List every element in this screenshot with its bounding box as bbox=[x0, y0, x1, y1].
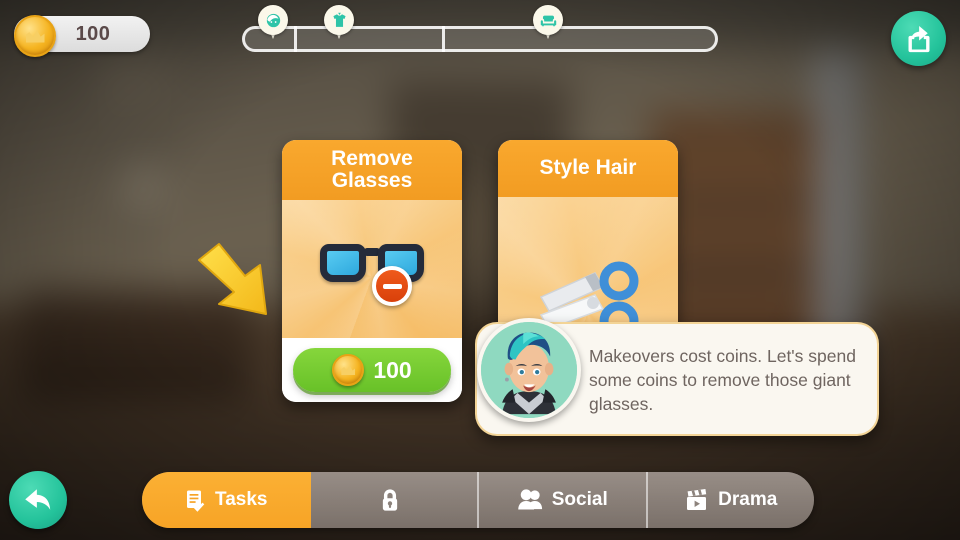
card-title-remove-glasses: Remove Glasses bbox=[282, 140, 462, 200]
tab-locked[interactable] bbox=[310, 472, 479, 528]
card-art-glasses bbox=[282, 200, 462, 338]
card-title-line1: Style Hair bbox=[539, 156, 637, 180]
tab-tasks[interactable]: Tasks bbox=[142, 472, 311, 528]
glasses-icon bbox=[320, 244, 424, 307]
makeover-card-remove-glasses[interactable]: Remove Glasses 100 bbox=[282, 140, 462, 402]
people-icon bbox=[518, 489, 542, 510]
lock-icon bbox=[382, 489, 397, 511]
avatar bbox=[477, 318, 581, 422]
room-background bbox=[0, 0, 960, 540]
progress-track[interactable] bbox=[242, 5, 718, 52]
tab-label-social: Social bbox=[551, 489, 608, 510]
tab-label-tasks: Tasks bbox=[215, 489, 268, 510]
coin-balance-value: 100 bbox=[75, 22, 111, 45]
back-button[interactable] bbox=[9, 471, 67, 529]
tab-label-drama: Drama bbox=[718, 489, 778, 510]
progress-marker-furniture[interactable] bbox=[533, 5, 563, 43]
card-title-style-hair: Style Hair bbox=[498, 140, 678, 197]
game-screen: 100 Remove Glasses 100 Style Hair Makeov… bbox=[0, 0, 960, 540]
hair-face-icon bbox=[258, 5, 288, 35]
tasks-checklist-icon bbox=[187, 490, 205, 512]
progress-marker-hair[interactable] bbox=[258, 5, 288, 43]
tab-drama[interactable]: Drama bbox=[647, 472, 814, 528]
card-title-line1: Remove bbox=[331, 146, 413, 170]
coin-icon bbox=[332, 354, 365, 386]
back-arrow-icon bbox=[25, 489, 51, 510]
bottom-navigation[interactable]: Tasks Social Drama bbox=[142, 472, 814, 528]
character-avatar bbox=[481, 322, 577, 418]
buy-button-remove-glasses[interactable]: 100 bbox=[293, 348, 451, 392]
pointer-arrow-icon bbox=[198, 243, 267, 315]
clapperboard-icon bbox=[687, 489, 707, 510]
tab-social[interactable]: Social bbox=[479, 472, 648, 528]
card-footer-remove-glasses: 100 bbox=[282, 338, 462, 402]
progress-marker-clothing[interactable] bbox=[324, 5, 354, 43]
no-entry-icon bbox=[372, 266, 412, 307]
share-button[interactable] bbox=[891, 11, 946, 66]
buy-price-value: 100 bbox=[373, 356, 412, 383]
sofa-icon bbox=[533, 5, 563, 35]
dialogue-text: Makeovers cost coins. Let's spend some c… bbox=[589, 346, 856, 415]
share-icon bbox=[908, 25, 929, 52]
shirt-icon bbox=[324, 5, 354, 35]
card-title-line2: Glasses bbox=[331, 169, 413, 192]
coin-icon bbox=[14, 15, 56, 57]
